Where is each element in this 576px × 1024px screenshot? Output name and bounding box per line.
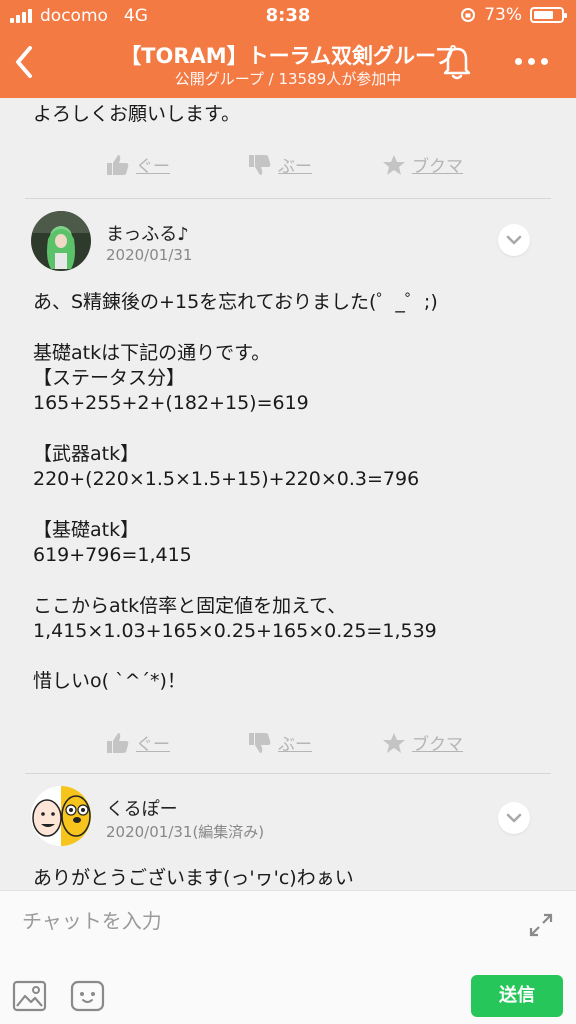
message-text: あ、S精錬後の+15を忘れておりました(゜_゜;) 基礎atkは下記の通りです。…: [33, 291, 438, 693]
author-name[interactable]: まっふる♪: [106, 220, 189, 246]
back-arrow-icon[interactable]: [10, 42, 40, 82]
bookmark-label: ブクマ: [412, 735, 463, 755]
star-icon: [383, 154, 405, 175]
status-bar: docomo 4G 8:38 73%: [0, 0, 576, 32]
divider: [25, 773, 551, 774]
star-icon: [383, 732, 405, 753]
dislike-label: ぶー: [278, 735, 312, 755]
dislike-label: ぶー: [278, 157, 312, 177]
image-icon[interactable]: [12, 979, 48, 1013]
send-button[interactable]: 送信: [471, 975, 563, 1017]
avatar-image: [31, 211, 91, 271]
like-button[interactable]: ぐー: [106, 730, 170, 755]
message-text: ありがとうございます(っ'ヮ'c)わぁい: [33, 867, 354, 889]
reaction-bar: ぐー ぶー ブクマ: [0, 152, 576, 182]
dislike-button[interactable]: ぶー: [248, 730, 312, 755]
like-button[interactable]: ぐー: [106, 152, 170, 177]
sticker-icon[interactable]: [70, 979, 106, 1013]
message-date: 2020/01/31: [106, 246, 193, 264]
avatar[interactable]: [31, 211, 91, 271]
thumbs-up-icon: [107, 154, 129, 175]
avatar[interactable]: [31, 786, 91, 846]
chat-input-bar: チャットを入力 送信: [0, 890, 576, 1024]
chat-input[interactable]: チャットを入力: [22, 905, 162, 934]
app-header: docomo 4G 8:38 73% 【TORAM】トーラム双剣グループ 公開グ…: [0, 0, 576, 98]
thumbs-up-icon: [107, 732, 129, 753]
thumbs-down-icon: [249, 154, 271, 175]
chat-timeline[interactable]: よろしくお願いします。 ぐー ぶー ブクマ まっふる♪ 2020/01/31 あ…: [0, 98, 576, 890]
bookmark-button[interactable]: ブクマ: [382, 152, 463, 177]
bookmark-label: ブクマ: [412, 157, 463, 177]
avatar-image: [31, 786, 91, 846]
thumbs-down-icon: [249, 732, 271, 753]
like-label: ぐー: [136, 735, 170, 755]
message-date: 2020/01/31(編集済み): [106, 823, 265, 841]
rotation-lock-icon: [461, 8, 476, 22]
bell-icon[interactable]: [438, 42, 476, 82]
divider: [25, 198, 551, 199]
author-name[interactable]: くるぽー: [106, 795, 178, 821]
like-label: ぐー: [136, 157, 170, 177]
message-text: よろしくお願いします。: [33, 103, 241, 125]
more-options-icon[interactable]: [515, 58, 548, 65]
message-menu-button[interactable]: [498, 224, 530, 256]
chevron-down-icon: [506, 813, 522, 823]
dislike-button[interactable]: ぶー: [248, 152, 312, 177]
reaction-bar: ぐー ぶー ブクマ: [0, 730, 576, 760]
battery-icon: [530, 7, 567, 23]
bookmark-button[interactable]: ブクマ: [382, 730, 463, 755]
message-menu-button[interactable]: [498, 802, 530, 834]
expand-icon[interactable]: [527, 911, 555, 939]
chevron-down-icon: [506, 235, 522, 245]
battery-percent: 73%: [484, 5, 522, 25]
